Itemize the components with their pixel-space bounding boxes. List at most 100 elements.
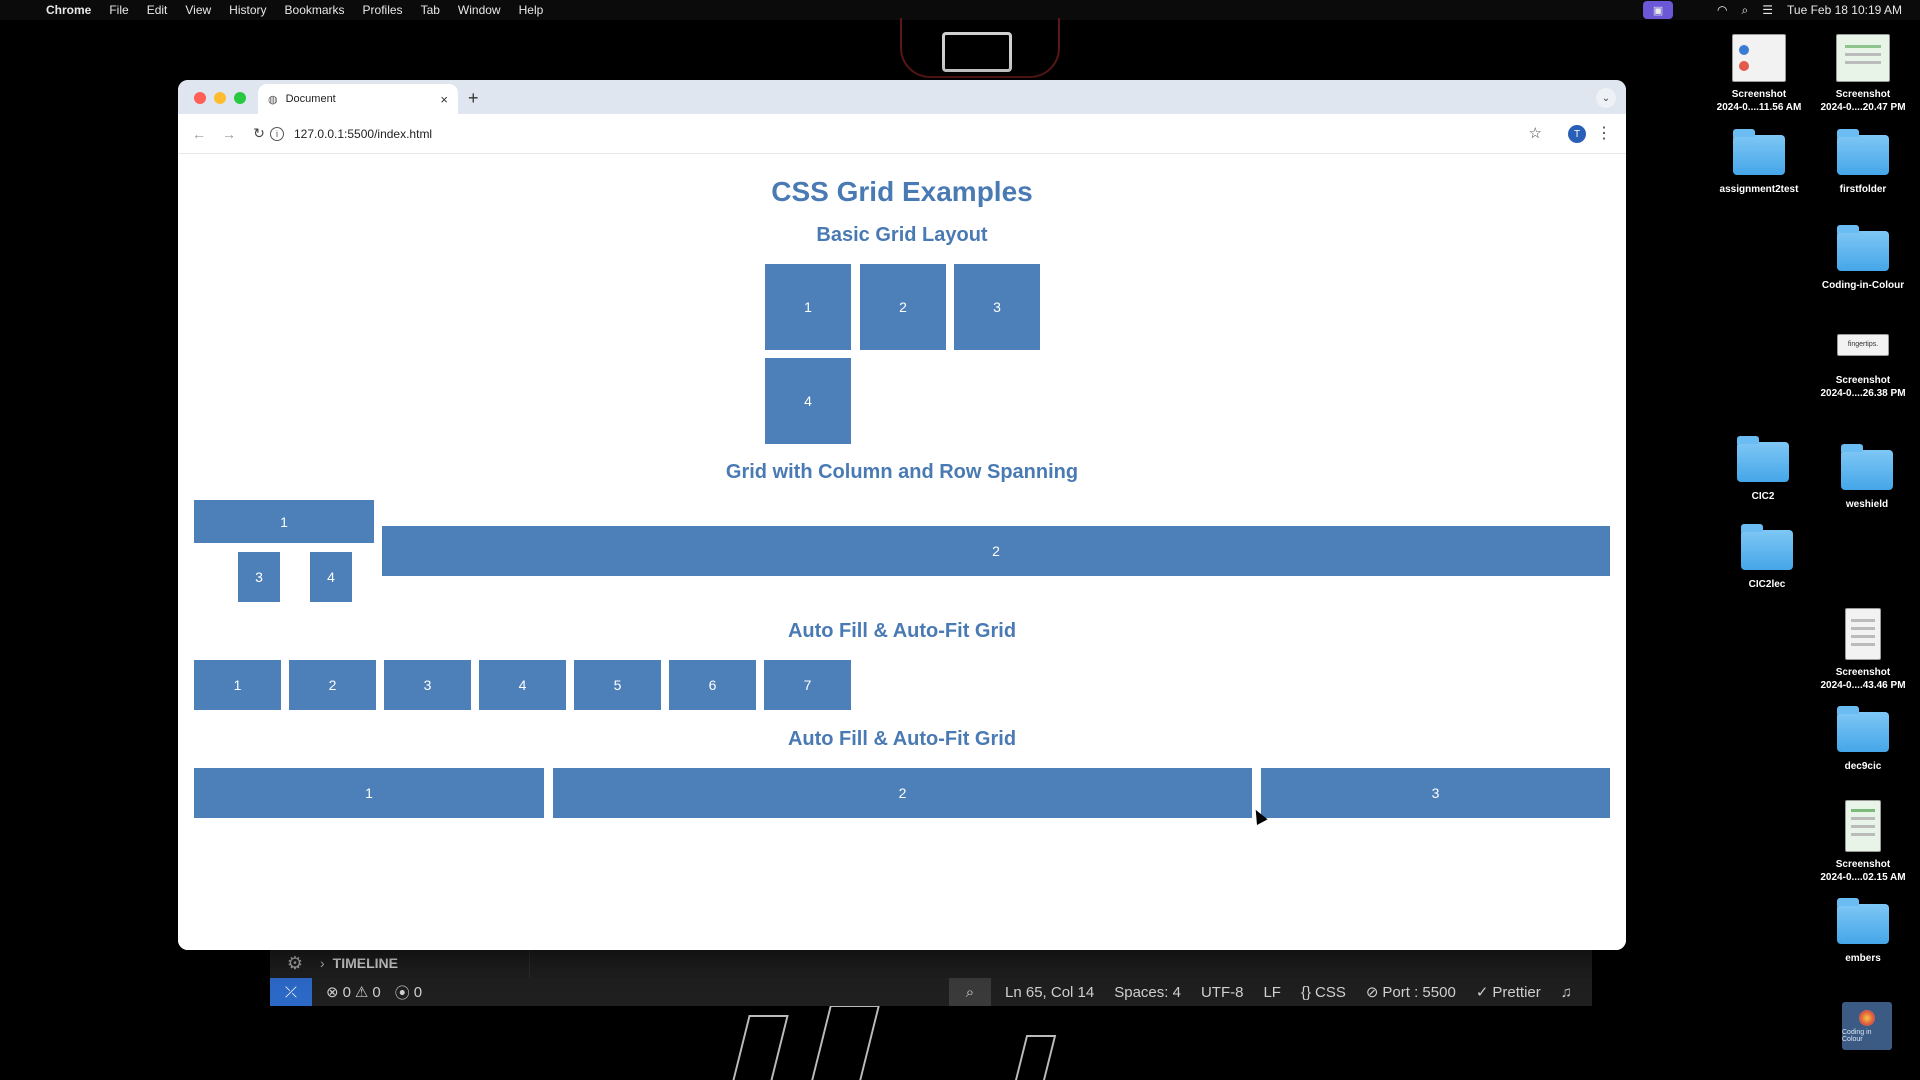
- folder-icon: [1733, 129, 1785, 175]
- desktop-icon-screenshot-2[interactable]: Screenshot 2024-0....20.47 PM: [1808, 34, 1918, 114]
- menu-tab[interactable]: Tab: [421, 3, 440, 17]
- vscode-timeline-panel: ⚙ › TIMELINE: [270, 948, 1592, 978]
- close-tab-icon[interactable]: ×: [440, 92, 448, 107]
- desktop-icon-cic2lec[interactable]: CIC2lec: [1712, 524, 1822, 591]
- grid-item: 4: [310, 552, 352, 602]
- forward-arrow-icon[interactable]: →: [220, 126, 238, 142]
- profile-avatar[interactable]: T: [1568, 125, 1586, 143]
- address-bar[interactable]: i 127.0.0.1:5500/index.html: [270, 120, 1532, 148]
- grid-item: 2: [553, 768, 1252, 818]
- grid-item: 1: [194, 660, 281, 710]
- screenshot-thumbnail-icon: [1836, 34, 1890, 82]
- timeline-label: TIMELINE: [332, 955, 399, 971]
- gear-icon[interactable]: ⚙: [270, 953, 320, 974]
- more-menu-icon[interactable]: ⋮: [1596, 123, 1612, 143]
- desktop-icon-coding-in-colour[interactable]: Coding-in-Colour: [1808, 225, 1918, 292]
- grid-item: 6: [669, 660, 756, 710]
- bookmark-star-icon[interactable]: ☆: [1529, 124, 1542, 142]
- screenshot-thumbnail-icon: [1732, 34, 1786, 82]
- menu-app-chrome[interactable]: Chrome: [46, 3, 91, 17]
- indentation-setting[interactable]: Spaces: 4: [1114, 984, 1181, 1001]
- encoding-setting[interactable]: UTF-8: [1201, 984, 1244, 1001]
- desktop-icon-label: Screenshot 2024-0....26.38 PM: [1820, 375, 1906, 399]
- menu-window[interactable]: Window: [458, 3, 501, 17]
- desktop-icon-embers[interactable]: embers: [1808, 898, 1918, 965]
- site-info-icon[interactable]: i: [270, 127, 284, 141]
- menubar-clock[interactable]: Tue Feb 18 10:19 AM: [1787, 3, 1902, 17]
- live-server-port[interactable]: ⊘ Port : 5500: [1365, 983, 1456, 1002]
- coding-in-colour-logo[interactable]: Coding in Colour: [1842, 1002, 1892, 1050]
- desktop-icon-label: dec9cic: [1844, 761, 1882, 772]
- control-center-icon[interactable]: ☰: [1762, 3, 1773, 17]
- no-entry-icon: ⊘: [1365, 984, 1379, 1001]
- url-text[interactable]: 127.0.0.1:5500/index.html: [294, 127, 432, 141]
- folder-icon: [1741, 524, 1793, 570]
- desktop-icon-screenshot-3[interactable]: fingertips. Screenshot 2024-0....26.38 P…: [1808, 320, 1918, 400]
- prettier-status[interactable]: ✓ Prettier: [1475, 983, 1541, 1002]
- broadcast-icon: ⦿: [394, 984, 410, 1002]
- eol-setting[interactable]: LF: [1263, 984, 1281, 1001]
- desktop-icon-label: Screenshot 2024-0....43.46 PM: [1820, 667, 1906, 691]
- problems-indicator[interactable]: ⊗ 0 ⚠ 0: [326, 983, 381, 1002]
- desktop-icon-assignment2test[interactable]: assignment2test: [1704, 129, 1814, 196]
- reload-icon[interactable]: ↻: [250, 125, 268, 142]
- warning-count: 0: [372, 983, 381, 1001]
- cursor-position[interactable]: Ln 65, Col 14: [1005, 984, 1094, 1001]
- menu-file[interactable]: File: [109, 3, 128, 17]
- desktop-icon-firstfolder[interactable]: firstfolder: [1808, 129, 1918, 196]
- ports-indicator[interactable]: ⦿ 0: [395, 982, 422, 1003]
- desktop-icon-label: Screenshot 2024-0....20.47 PM: [1820, 89, 1906, 113]
- desktop-icon-cic2[interactable]: CIC2: [1708, 436, 1818, 503]
- grid-item: 4: [479, 660, 566, 710]
- desktop-icon-screenshot-4[interactable]: Screenshot 2024-0....43.46 PM: [1808, 608, 1918, 692]
- screen-share-icon[interactable]: ▣: [1643, 1, 1674, 19]
- bell-icon[interactable]: ♫: [1561, 984, 1572, 1001]
- window-controls: [194, 92, 246, 104]
- remote-indicator-icon[interactable]: ⤫: [270, 978, 312, 1006]
- desktop-icon-label: firstfolder: [1839, 184, 1887, 195]
- grid-item: 3: [384, 660, 471, 710]
- close-window-button[interactable]: [194, 92, 206, 104]
- desktop-icon-label: Coding-in-Colour: [1821, 280, 1905, 291]
- menu-view[interactable]: View: [185, 3, 211, 17]
- grid-item: 1: [194, 768, 544, 818]
- desktop-icon-dec9cic[interactable]: dec9cic: [1808, 706, 1918, 773]
- search-icon[interactable]: ⌕: [1742, 3, 1749, 18]
- language-mode[interactable]: {} CSS: [1301, 984, 1346, 1001]
- desktop-icon-label: embers: [1845, 953, 1881, 964]
- screenshot-thumbnail-icon: [1845, 800, 1881, 852]
- grid-item: 1: [765, 264, 851, 350]
- new-tab-button[interactable]: +: [468, 88, 479, 109]
- back-arrow-icon[interactable]: ←: [190, 126, 208, 142]
- vscode-status-bar: ⤫ ⊗ 0 ⚠ 0 ⦿ 0 ⌕ Ln 65, Col 14 Spaces: 4 …: [270, 978, 1592, 1006]
- desktop-icon-weshield[interactable]: weshield: [1812, 444, 1920, 511]
- maximize-window-button[interactable]: [234, 92, 246, 104]
- tab-document[interactable]: ◍ Document ×: [258, 84, 458, 114]
- folder-icon: [1841, 444, 1893, 490]
- grid-item: 7: [764, 660, 851, 710]
- menu-profiles[interactable]: Profiles: [363, 3, 403, 17]
- menu-history[interactable]: History: [229, 3, 266, 17]
- prettier-label: Prettier: [1492, 983, 1541, 1001]
- grid-item: 2: [289, 660, 376, 710]
- menu-help[interactable]: Help: [519, 3, 544, 17]
- menu-bookmarks[interactable]: Bookmarks: [285, 3, 345, 17]
- desktop-icon-screenshot-1[interactable]: Screenshot 2024-0....11.56 AM: [1704, 34, 1814, 114]
- wifi-icon[interactable]: ◠: [1717, 3, 1727, 17]
- chrome-window: ◍ Document × + ⌄ ← → ↻ i 127.0.0.1:5500/…: [178, 80, 1626, 950]
- grid-item: 2: [860, 264, 946, 350]
- minimize-window-button[interactable]: [214, 92, 226, 104]
- folder-icon: [1837, 225, 1889, 271]
- section-heading-basic-grid: Basic Grid Layout: [816, 224, 988, 246]
- tab-search-chevron-icon[interactable]: ⌄: [1596, 88, 1616, 108]
- zoom-icon[interactable]: ⌕: [949, 978, 991, 1006]
- warning-icon: ⚠: [354, 984, 369, 1001]
- grid-item: 1: [194, 500, 374, 543]
- page-content: CSS Grid Examples Basic Grid Layout 1 2 …: [178, 154, 1626, 950]
- desktop-icon-screenshot-5[interactable]: Screenshot 2024-0....02.15 AM: [1808, 800, 1918, 884]
- check-icon: ✓: [1475, 984, 1489, 1001]
- timeline-section-header[interactable]: › TIMELINE: [320, 948, 530, 978]
- page-title: CSS Grid Examples: [771, 176, 1033, 207]
- screenshot-thumbnail-icon: fingertips.: [1837, 334, 1889, 356]
- menu-edit[interactable]: Edit: [147, 3, 168, 17]
